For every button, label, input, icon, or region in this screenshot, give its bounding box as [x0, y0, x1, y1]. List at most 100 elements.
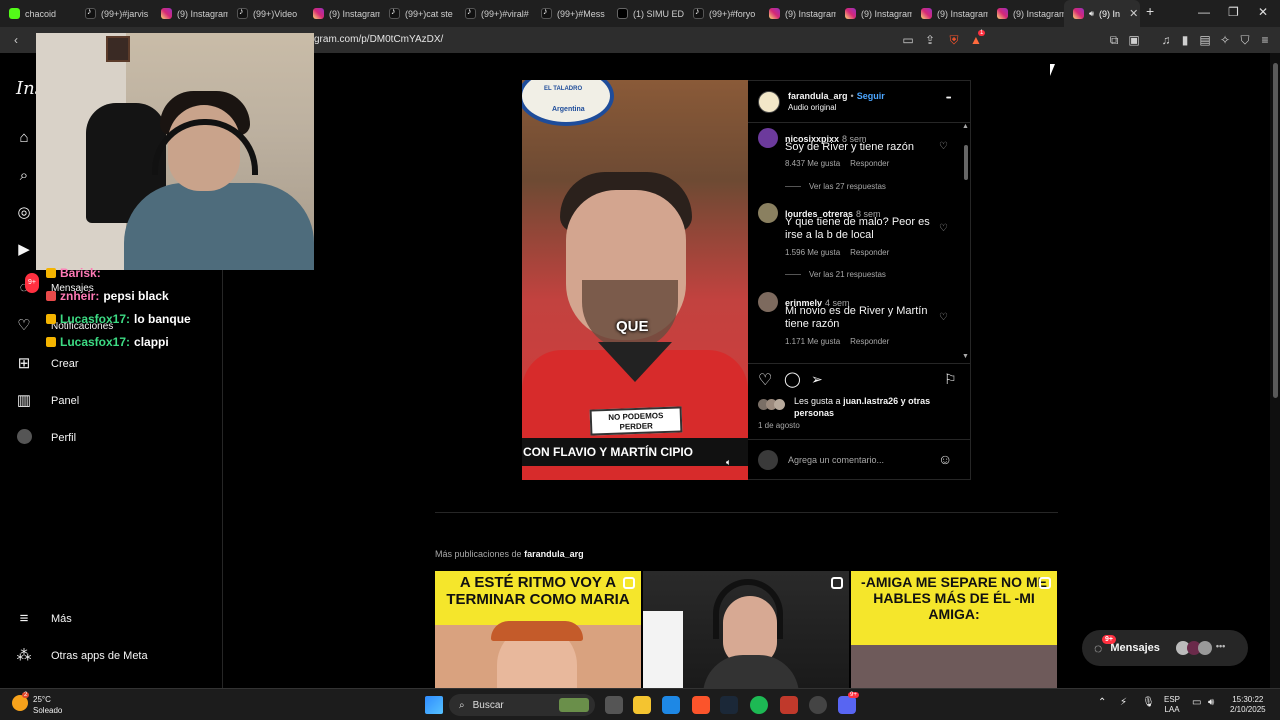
weather-desc[interactable]: Soleado — [33, 706, 62, 716]
leo-icon[interactable]: ✧ — [1217, 32, 1233, 48]
volume-icon[interactable]: 🔈︎ — [726, 457, 731, 468]
browser-tab[interactable]: (99+)#jarvis — [76, 0, 152, 27]
comment-likes[interactable]: 1.171 Me gusta — [785, 337, 840, 346]
author-avatar[interactable] — [758, 91, 780, 113]
page-scroll-thumb[interactable] — [1273, 63, 1278, 398]
extensions-icon[interactable]: ⧉ — [1106, 32, 1122, 48]
scroll-down-arrow[interactable]: ▼ — [962, 353, 969, 360]
more-options-button[interactable]: ••• — [946, 95, 951, 102]
emoji-icon[interactable]: ☺ — [938, 451, 952, 467]
media-icon[interactable]: ♫ — [1158, 32, 1174, 48]
taskbar-search[interactable]: ⌕ Buscar — [449, 694, 595, 716]
comment-like-icon[interactable]: ♡ — [939, 223, 948, 234]
post-thumbnail[interactable]: A ESTÉ RITMO VOY A TERMINAR COMO MARIA — [435, 571, 641, 688]
volume-icon[interactable]: 🔊︎ — [1208, 698, 1214, 708]
edge-icon[interactable] — [662, 696, 680, 714]
browser-tab[interactable]: (9) Instagram — [912, 0, 988, 27]
page-scrollbar[interactable] — [1270, 53, 1280, 688]
voicemod-icon[interactable] — [780, 696, 798, 714]
browser-tab[interactable]: (9) Instagram — [760, 0, 836, 27]
share-icon[interactable]: ⇪ — [922, 32, 938, 48]
like-icon[interactable]: ♡ — [758, 370, 772, 390]
start-button[interactable] — [425, 696, 443, 714]
close-tab-icon[interactable]: ✕ — [1129, 7, 1138, 20]
task-view-icon[interactable] — [605, 696, 623, 714]
browser-tab[interactable]: (9) Instagram — [152, 0, 228, 27]
scroll-thumb[interactable] — [964, 145, 968, 180]
sidebar-item-panel[interactable]: ▥ Panel — [15, 392, 79, 410]
display-icon[interactable]: ▭ — [1192, 698, 1201, 708]
file-explorer-icon[interactable] — [633, 696, 651, 714]
sidebar-item-meta-apps[interactable]: ⁂ Otras apps de Meta — [15, 647, 148, 665]
back-icon[interactable]: ‹ — [8, 32, 24, 48]
obs-icon[interactable] — [809, 696, 827, 714]
commenter-avatar[interactable] — [758, 203, 778, 223]
comment-input[interactable]: Agrega un comentario... — [788, 455, 884, 465]
reply-button[interactable]: Responder — [850, 159, 889, 168]
liked-by-text[interactable]: Les gusta a juan.lastra26 y otras person… — [794, 395, 964, 419]
sidebar-item-more[interactable]: ≡ Más — [15, 610, 72, 628]
close-window-button[interactable]: ✕ — [1258, 5, 1268, 19]
comments-scrollbar[interactable]: ▲ ▼ — [962, 123, 970, 363]
messages-button[interactable]: ◌ 9+ Mensajes ••• — [1082, 630, 1248, 666]
post-video[interactable]: EL TALADRO Argentina QUE NO PODEMOS PERD… — [522, 80, 748, 480]
browser-tab[interactable]: (99+)#foryo — [684, 0, 760, 27]
post-thumbnail[interactable] — [643, 571, 849, 688]
browser-tab[interactable]: (9) Instagram — [988, 0, 1064, 27]
browser-tab[interactable]: (99+)#viral# — [456, 0, 532, 27]
post-thumbnail[interactable]: -AMIGA ME SEPARE NO ME HABLES MÁS DE ÉL … — [851, 571, 1057, 688]
discord-icon[interactable] — [838, 696, 856, 714]
scroll-up-arrow[interactable]: ▲ — [962, 123, 969, 130]
new-tab-button[interactable]: + — [1146, 3, 1154, 19]
speaker-icon[interactable]: 🔊︎ — [1089, 9, 1094, 19]
brave-shield-icon[interactable]: ⛨ — [946, 32, 962, 48]
sidebar-toggle-icon[interactable]: ▮ — [1177, 32, 1193, 48]
browser-tab[interactable]: (99+)Video — [228, 0, 304, 27]
maximize-button[interactable]: ❐ — [1228, 5, 1239, 19]
weather-temp[interactable]: 25°C — [33, 695, 51, 705]
browser-tab[interactable]: (99+)cat ste — [380, 0, 456, 27]
steam-icon[interactable] — [720, 696, 738, 714]
browser-tab[interactable]: 🔊︎ (9) In ✕ — [1064, 0, 1140, 27]
view-replies-button[interactable]: Ver las 27 respuestas — [785, 182, 886, 191]
reply-button[interactable]: Responder — [850, 248, 889, 257]
network-icon[interactable]: ⚡︎ — [1120, 698, 1127, 708]
sidebar-item-create[interactable]: ⊞ Crear — [15, 355, 79, 373]
wallet-icon[interactable]: ▤ — [1197, 32, 1213, 48]
vpn-icon[interactable]: ⛉ — [1237, 32, 1253, 48]
more-posts-title: Más publicaciones de farandula_arg — [435, 549, 584, 559]
audio-label[interactable]: Audio original — [788, 103, 836, 112]
comment-like-icon[interactable]: ♡ — [939, 312, 948, 323]
sidebar-item-profile[interactable]: Perfil — [15, 429, 76, 447]
menu-icon[interactable]: ≡ — [1257, 32, 1273, 48]
language-indicator[interactable]: ESP LAA — [1164, 695, 1180, 715]
browser-tab[interactable]: chacoid — [0, 0, 76, 27]
more-posts-user-link[interactable]: farandula_arg — [524, 549, 584, 559]
comment-like-icon[interactable]: ♡ — [939, 141, 948, 152]
comment-likes[interactable]: 1.596 Me gusta — [785, 248, 840, 257]
comment-icon[interactable]: ◯ — [784, 370, 801, 388]
browser-tab[interactable]: (1) SIMU ED — [608, 0, 684, 27]
minimize-button[interactable]: — — [1198, 5, 1210, 19]
share-icon[interactable]: ➢ — [811, 371, 823, 388]
author-username[interactable]: farandula_arg — [788, 91, 848, 101]
view-replies-button[interactable]: Ver las 21 respuestas — [785, 270, 886, 279]
browser-tab[interactable]: (9) Instagram — [836, 0, 912, 27]
commenter-avatar[interactable] — [758, 292, 778, 312]
microphone-icon[interactable]: 🎙︎ — [1142, 698, 1155, 708]
commenter-avatar[interactable] — [758, 128, 778, 148]
clock[interactable]: 15:30:22 2/10/2025 — [1230, 695, 1266, 715]
tray-chevron-icon[interactable]: ⌃ — [1098, 698, 1106, 708]
url-field[interactable]: gram.com/p/DM0tCmYAzDX/ — [314, 34, 443, 45]
brave-icon[interactable] — [692, 696, 710, 714]
browser-tab[interactable]: (99+)#Mess — [532, 0, 608, 27]
reply-button[interactable]: Responder — [850, 337, 889, 346]
follow-button[interactable]: Seguir — [857, 91, 885, 101]
browser-tab[interactable]: (9) Instagram — [304, 0, 380, 27]
screenshot-icon[interactable]: ▣ — [1126, 32, 1142, 48]
comment-likes[interactable]: 8.437 Me gusta — [785, 159, 840, 168]
save-bookmark-icon[interactable]: ⚐ — [944, 371, 957, 388]
spotify-icon[interactable] — [750, 696, 768, 714]
cast-icon[interactable]: ▭ — [900, 32, 916, 48]
avatar — [1197, 641, 1212, 655]
